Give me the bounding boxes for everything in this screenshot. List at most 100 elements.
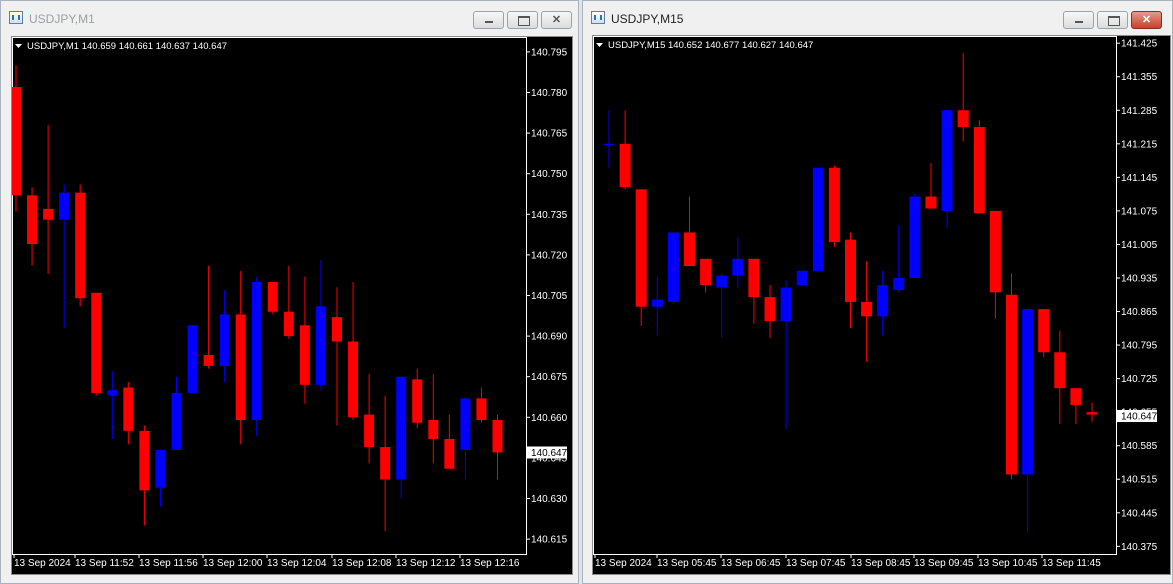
candle-body xyxy=(957,110,969,128)
candle-body xyxy=(1022,309,1034,475)
candle-body xyxy=(460,398,471,450)
candle-body xyxy=(635,189,647,307)
candle-body xyxy=(764,297,776,322)
price-chart[interactable]: 140.795 140.780 140.765 140.750 140.735 140.7… xyxy=(11,36,573,575)
candle-body xyxy=(267,281,278,312)
x-tick-label: 13 Sep 12:04 xyxy=(267,558,327,569)
candle-body xyxy=(219,314,230,366)
candle-body xyxy=(861,301,873,317)
window-title: USDJPY,M1 xyxy=(29,12,95,26)
y-tick-label: 141.005 xyxy=(1121,240,1158,251)
maximize-button[interactable] xyxy=(1097,11,1128,29)
y-tick-label: 141.145 xyxy=(1121,173,1158,184)
candle-body xyxy=(796,270,808,286)
y-tick-label: 140.865 xyxy=(1121,307,1158,318)
minimize-button[interactable] xyxy=(1063,11,1094,29)
x-tick-label: 13 Sep 2024 xyxy=(14,558,71,569)
x-tick-label: 13 Sep 09:45 xyxy=(914,558,974,569)
x-tick-label: 13 Sep 12:12 xyxy=(396,558,456,569)
x-tick-label: 13 Sep 08:45 xyxy=(851,558,911,569)
close-button[interactable]: ✕ xyxy=(541,11,572,29)
price-chart[interactable]: 141.425 141.355 141.285 141.215 141.145 141.0… xyxy=(592,35,1171,575)
candle-body xyxy=(651,299,663,307)
y-tick-label: 140.795 xyxy=(531,47,568,58)
x-tick-label: 13 Sep 11:52 xyxy=(75,558,134,569)
y-tick-label: 140.705 xyxy=(531,291,568,302)
candle-body xyxy=(203,355,214,366)
candle-body xyxy=(27,195,38,245)
chart-window-icon xyxy=(591,11,605,24)
y-tick-label: 140.585 xyxy=(1121,441,1158,452)
candle-body xyxy=(1070,388,1082,405)
candle-body xyxy=(123,387,134,431)
y-tick-label: 140.660 xyxy=(531,413,568,424)
candle-body xyxy=(59,192,70,220)
y-tick-label: 141.075 xyxy=(1121,206,1158,217)
chart-window-usdjpy-m1[interactable]: USDJPY,M1 ✕ 140.795 140.780 140.765 140.750… xyxy=(0,0,579,584)
candle-body xyxy=(348,341,359,418)
y-tick-label: 140.720 xyxy=(531,250,568,261)
candle-body xyxy=(43,208,54,220)
candle-body xyxy=(332,317,342,342)
candle-body xyxy=(1006,294,1017,475)
candle-body xyxy=(1086,412,1098,415)
close-icon: ✕ xyxy=(1141,14,1152,26)
candle-body xyxy=(315,306,326,385)
candle-body xyxy=(364,414,375,448)
candle-body xyxy=(877,285,889,317)
candle-body xyxy=(428,420,439,439)
candle-body xyxy=(812,167,824,271)
window-titlebar[interactable]: USDJPY,M15 ✕ xyxy=(583,1,1172,35)
candle-body xyxy=(380,447,391,480)
window-titlebar[interactable]: USDJPY,M1 ✕ xyxy=(1,1,578,35)
candle-body xyxy=(155,449,166,488)
y-tick-label: 140.750 xyxy=(531,169,568,180)
minimize-button[interactable] xyxy=(473,11,504,29)
y-tick-label: 140.935 xyxy=(1121,273,1158,284)
dropdown-arrow-icon[interactable] xyxy=(596,43,603,47)
candle-body xyxy=(283,311,294,337)
maximize-button[interactable] xyxy=(507,11,538,29)
x-tick-label: 13 Sep 2024 xyxy=(595,558,652,569)
chart-window-icon xyxy=(9,11,23,24)
y-tick-label: 140.795 xyxy=(1121,341,1158,352)
x-tick-label: 13 Sep 12:08 xyxy=(332,558,392,569)
chart-info-label: USDJPY,M15 140.652 140.677 140.627 140.6… xyxy=(608,40,813,51)
x-tick-label: 13 Sep 11:56 xyxy=(139,558,198,569)
candle-body xyxy=(1038,309,1050,353)
candle-body xyxy=(75,192,86,299)
candle-body xyxy=(619,143,631,187)
dropdown-arrow-icon[interactable] xyxy=(15,44,22,48)
candle-body xyxy=(828,167,840,243)
close-icon: ✕ xyxy=(551,14,562,26)
chart-window-usdjpy-m15[interactable]: USDJPY,M15 ✕ 141.425 141.355 141.285 141.21… xyxy=(582,0,1173,584)
x-tick-label: 13 Sep 11:45 xyxy=(1042,558,1101,569)
candle-body xyxy=(107,390,118,396)
candle-body xyxy=(845,239,856,302)
y-tick-label: 140.630 xyxy=(531,494,568,505)
candle-body xyxy=(12,87,21,196)
y-tick-label: 140.765 xyxy=(531,129,568,140)
candle-body xyxy=(780,287,792,322)
chart-info-label: USDJPY,M1 140.659 140.661 140.637 140.64… xyxy=(27,41,227,52)
candle-body xyxy=(748,258,760,298)
candle-body xyxy=(187,325,198,393)
candle-body xyxy=(989,210,1001,293)
candle-body xyxy=(235,314,246,421)
candle-body xyxy=(925,196,937,209)
x-tick-label: 13 Sep 12:00 xyxy=(203,558,263,569)
candle-body xyxy=(444,438,455,469)
candle-body xyxy=(716,275,728,288)
current-price-label: 140.647 xyxy=(531,448,568,459)
candle-body xyxy=(91,292,102,393)
x-tick-label: 13 Sep 07:45 xyxy=(786,558,846,569)
candle-body xyxy=(941,110,953,211)
close-button[interactable]: ✕ xyxy=(1131,11,1162,29)
current-price-label: 140.647 xyxy=(1121,411,1158,422)
candle-body xyxy=(171,392,182,450)
y-tick-label: 141.285 xyxy=(1121,106,1158,117)
chart-canvas: 141.425 141.355 141.285 141.215 141.145 141.0… xyxy=(593,36,1158,569)
candle-body xyxy=(700,258,712,286)
candle-body xyxy=(492,420,503,453)
candle-body xyxy=(684,232,695,267)
